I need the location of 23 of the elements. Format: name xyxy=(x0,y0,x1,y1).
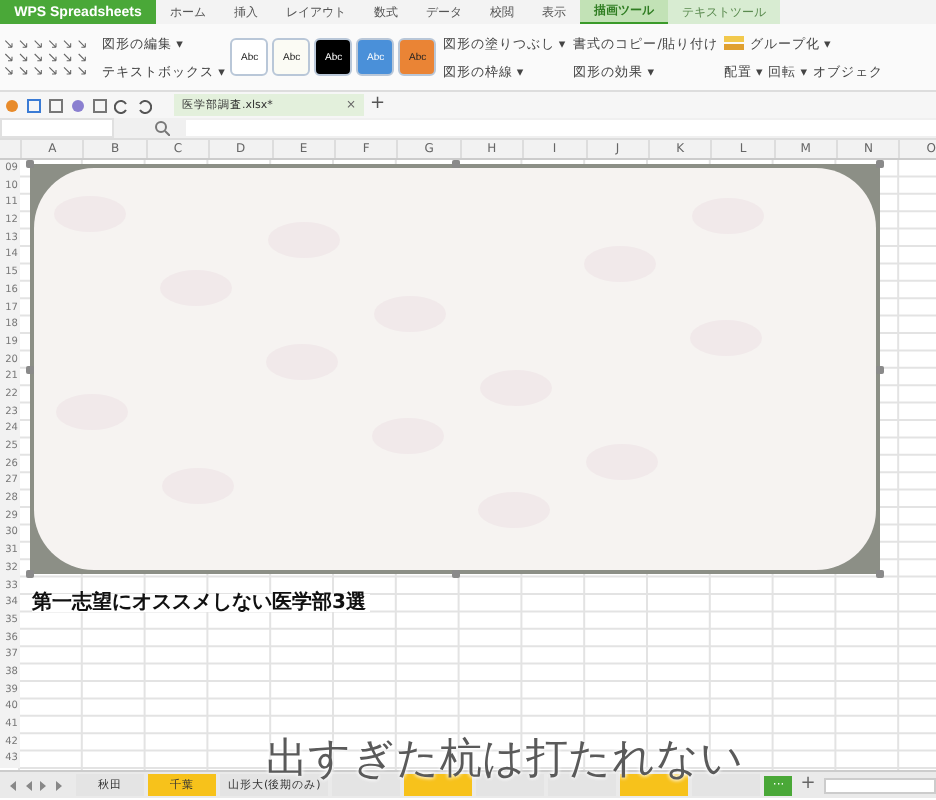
resize-handle[interactable] xyxy=(26,365,34,373)
resize-handle[interactable] xyxy=(876,365,884,373)
circle-icon[interactable] xyxy=(70,97,86,113)
video-subtitle: 出すぎた杭は打たれない xyxy=(266,736,744,780)
redo-icon[interactable] xyxy=(136,97,152,113)
circle-icon[interactable] xyxy=(4,97,20,113)
undo-icon[interactable] xyxy=(114,97,130,113)
resize-handle[interactable] xyxy=(876,570,884,578)
sheet-navigation-icon[interactable] xyxy=(8,779,64,791)
resize-handle[interactable] xyxy=(26,570,34,578)
formula-field[interactable] xyxy=(186,120,936,136)
search-icon[interactable] xyxy=(154,120,170,136)
resize-handle[interactable] xyxy=(26,160,34,168)
resize-handle[interactable] xyxy=(451,570,459,578)
sheet-tab[interactable] xyxy=(548,774,617,796)
palette-icon[interactable] xyxy=(723,35,744,51)
resize-handle[interactable] xyxy=(451,160,459,168)
sheet-title: 第一志望にオススメしない医学部3選 xyxy=(32,594,370,612)
resize-handle[interactable] xyxy=(876,160,884,168)
add-sheet-button[interactable]: + xyxy=(796,776,820,794)
horizontal-scrollbar[interactable] xyxy=(823,777,936,793)
sheet-tab[interactable] xyxy=(404,774,473,796)
new-tab-button[interactable]: + xyxy=(370,96,386,114)
